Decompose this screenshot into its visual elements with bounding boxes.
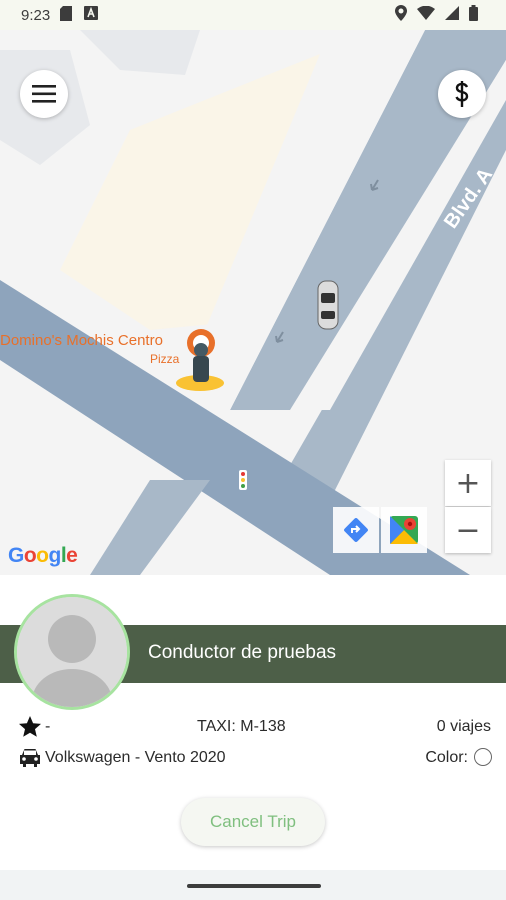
- driver-avatar: [14, 594, 130, 710]
- sd-card-icon: [60, 5, 73, 25]
- trip-count: 0 viajes: [436, 718, 491, 735]
- zoom-out-button[interactable]: −: [445, 507, 491, 553]
- hamburger-menu-icon: [32, 85, 56, 103]
- system-nav-bar: [0, 870, 506, 900]
- google-maps-icon: [390, 516, 418, 544]
- directions-button[interactable]: [333, 507, 379, 553]
- open-maps-button[interactable]: [381, 507, 427, 553]
- fare-button[interactable]: [438, 70, 486, 118]
- rating-row: - TAXI: M-138 0 viajes: [0, 715, 506, 741]
- signal-icon: [445, 6, 459, 24]
- driver-rating: -: [45, 718, 51, 735]
- car-icon: [18, 746, 42, 773]
- cancel-trip-button[interactable]: Cancel Trip: [181, 798, 325, 846]
- home-gesture-handle[interactable]: [187, 884, 321, 888]
- map-view[interactable]: Domino's Mochis Centro Pizza Blvd. A + −…: [0, 30, 506, 575]
- vehicle-color-swatch: [474, 748, 492, 766]
- location-icon: [395, 5, 407, 25]
- menu-button[interactable]: [20, 70, 68, 118]
- google-logo: Google: [8, 544, 78, 567]
- star-icon: [18, 715, 42, 744]
- vehicle-color-label: Color:: [425, 749, 468, 766]
- taxi-number: TAXI: M-138: [197, 718, 286, 735]
- status-time: 9:23: [21, 6, 51, 24]
- vehicle-row: Volkswagen - Vento 2020 Color:: [0, 746, 506, 772]
- battery-icon: [469, 5, 478, 25]
- poi-category: Pizza: [150, 352, 180, 366]
- directions-icon: [343, 517, 369, 543]
- status-bar: 9:23: [0, 0, 506, 30]
- dollar-icon: [454, 81, 470, 107]
- wifi-icon: [417, 5, 435, 24]
- poi-label[interactable]: Domino's Mochis Centro: [0, 332, 163, 349]
- person-placeholder-icon: [17, 597, 127, 707]
- driver-name: Conductor de pruebas: [148, 642, 337, 663]
- map-canvas: [0, 30, 506, 575]
- trip-bottom-sheet: Conductor de pruebas - TAXI: M-138 0 via…: [0, 575, 506, 870]
- zoom-in-button[interactable]: +: [445, 460, 491, 506]
- font-download-icon: [84, 6, 99, 24]
- vehicle-model: Volkswagen - Vento 2020: [45, 749, 226, 766]
